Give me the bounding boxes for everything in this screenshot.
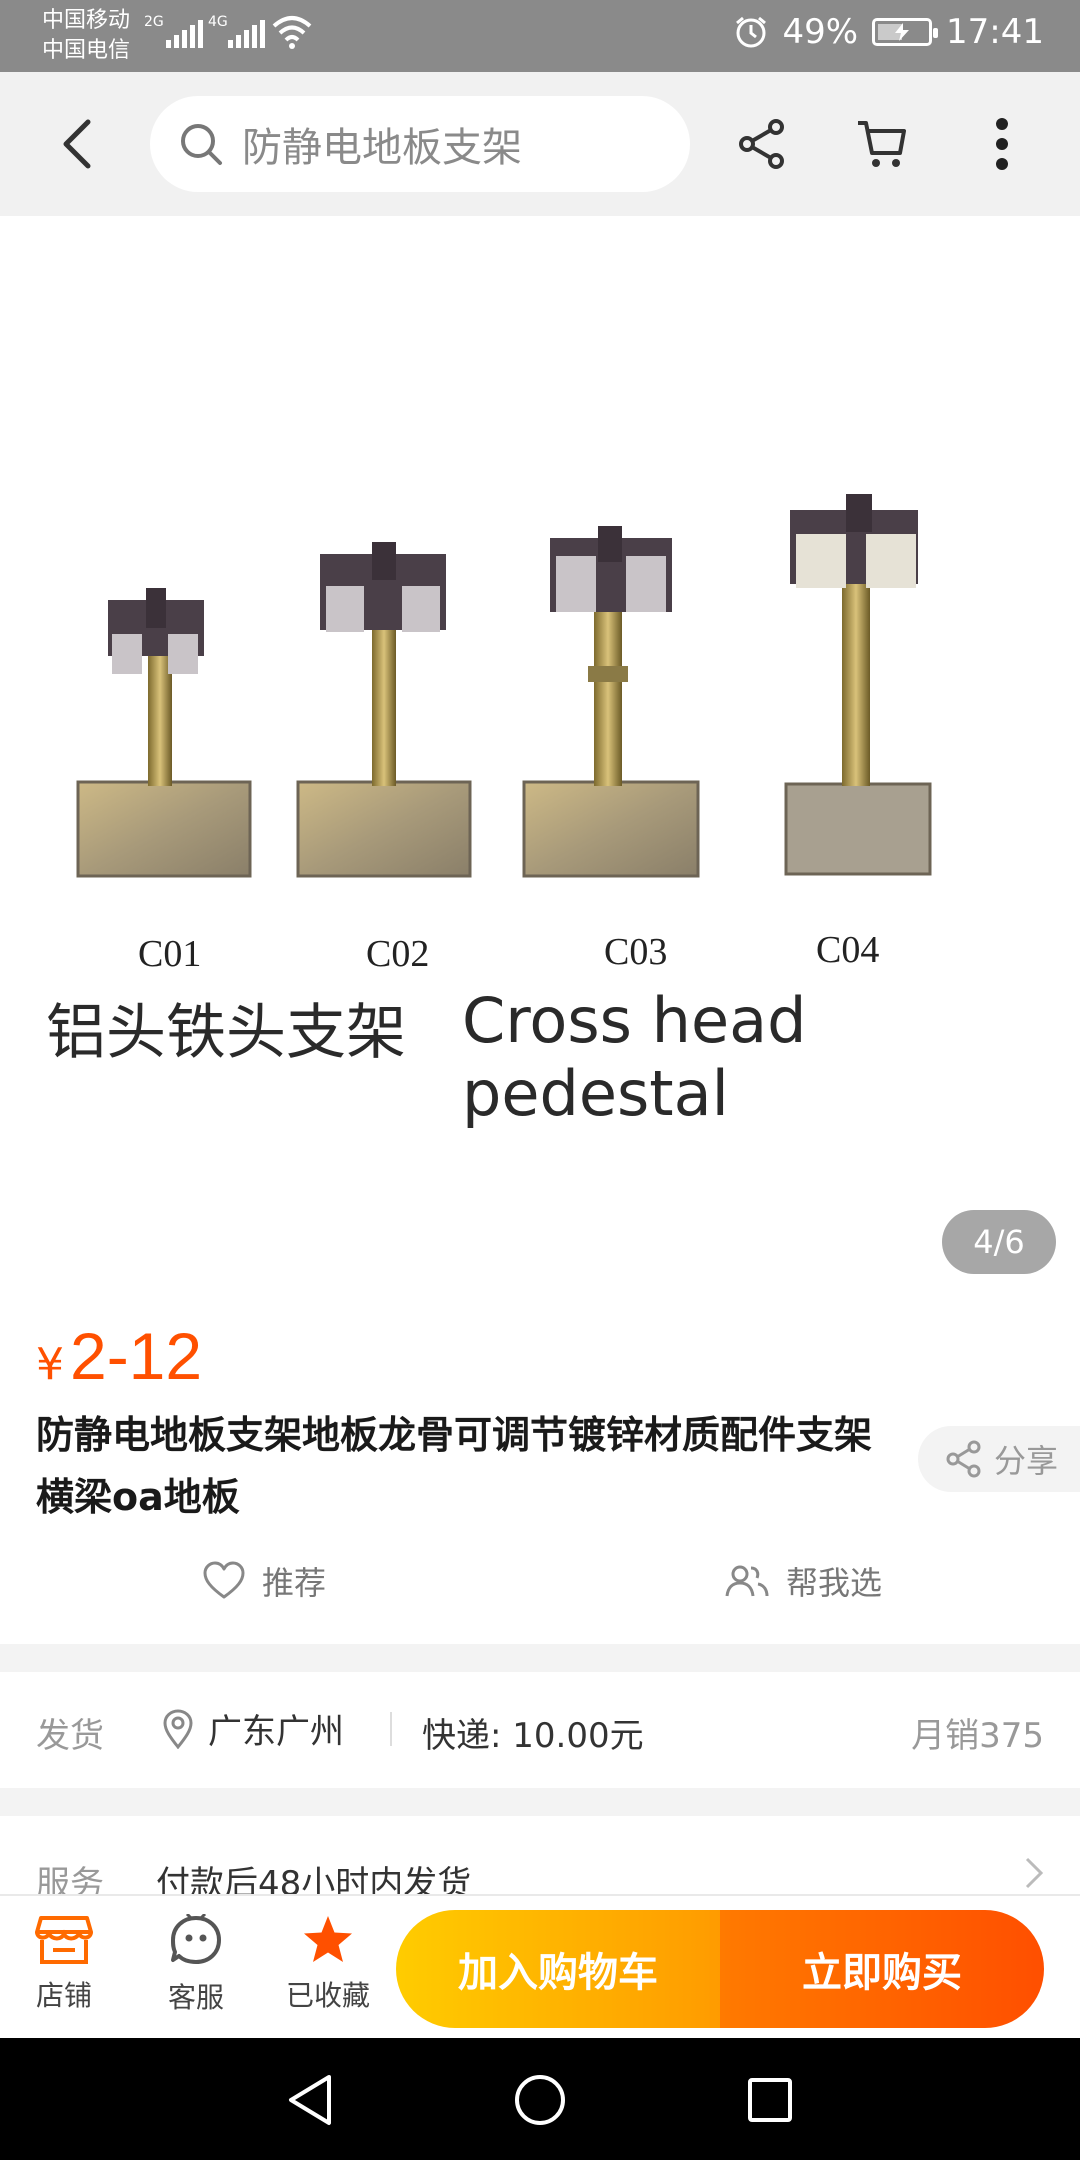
network-type-2: 4G	[208, 14, 228, 30]
heart-icon	[203, 1561, 245, 1599]
share-icon[interactable]	[730, 112, 794, 176]
pedestal-c04	[784, 494, 932, 876]
monthly-sales: 月销375	[911, 1716, 1044, 1756]
favorite-label: 已收藏	[285, 1979, 370, 2012]
shop-icon	[35, 1916, 93, 1964]
shipping-label: 发货	[36, 1716, 104, 1756]
status-bar: 中国移动 中国电信 2G 4G 49% 17:41	[0, 0, 1080, 72]
nav-back-icon[interactable]	[280, 2070, 340, 2130]
top-navigation: 防静电地板支架	[0, 72, 1080, 216]
system-navigation-bar	[0, 2038, 1080, 2160]
model-label-c04: C04	[816, 929, 880, 971]
chat-face-icon	[171, 1914, 221, 1964]
location-pin-icon	[163, 1708, 193, 1749]
buy-now-button[interactable]: 立即购买	[720, 1910, 1044, 2028]
cart-icon[interactable]	[850, 112, 914, 176]
shop-button[interactable]: 店铺	[4, 1914, 124, 2014]
carrier-1: 中国移动	[42, 8, 131, 33]
battery-icon	[872, 18, 939, 46]
add-to-cart-button[interactable]: 加入购物车	[396, 1910, 720, 2028]
section-divider	[0, 1644, 1080, 1672]
favorite-button[interactable]: 已收藏	[268, 1914, 388, 2014]
model-label-c01: C01	[138, 933, 202, 975]
pedestal-c01	[76, 588, 252, 878]
signal-1-icon	[166, 18, 203, 48]
service-row[interactable]: 服务 付款后48小时内发货	[0, 1816, 1080, 1896]
currency-symbol: ¥	[36, 1339, 64, 1390]
status-right: 49% 17:41	[734, 12, 1044, 52]
image-counter: 4/6	[942, 1210, 1056, 1274]
search-icon	[181, 124, 222, 165]
alarm-icon	[736, 16, 767, 48]
shop-label: 店铺	[35, 1979, 92, 2012]
model-label-c03: C03	[604, 931, 668, 973]
wifi-icon	[272, 16, 312, 49]
customer-service-label: 客服	[167, 1981, 224, 2014]
service-label: 服务	[36, 1864, 104, 1896]
shipping-location: 广东广州	[162, 1704, 344, 1753]
product-image-gallery[interactable]: C01 C02 C03 C04 铝头铁头支架 Cross head pedest…	[0, 216, 1080, 1298]
help-choose-button[interactable]: 帮我选	[724, 1558, 882, 1604]
model-label-c02: C02	[366, 933, 430, 975]
recommend-button[interactable]: 推荐	[202, 1558, 326, 1604]
chevron-right-icon	[1025, 1857, 1044, 1889]
help-choose-label: 帮我选	[786, 1564, 883, 1602]
people-icon	[725, 1565, 769, 1597]
charging-bolt-icon	[895, 23, 910, 41]
share-label: 分享	[994, 1442, 1059, 1480]
service-value: 付款后48小时内发货	[156, 1864, 472, 1896]
carrier-info: 中国移动 中国电信	[42, 6, 130, 66]
price: ¥ 2-12	[36, 1318, 202, 1394]
bottom-action-bar: 店铺 客服 已收藏 加入购物车 立即购买	[0, 1894, 1080, 2038]
network-type-1: 2G	[144, 14, 164, 30]
product-title: 防静电地板支架地板龙骨可调节镀锌材质配件支架横梁oa地板	[36, 1413, 873, 1519]
location-text: 广东广州	[208, 1712, 344, 1752]
more-menu-icon[interactable]	[970, 112, 1034, 176]
image-caption-cn: 铝头铁头支架	[46, 998, 406, 1068]
battery-percent: 49%	[782, 12, 859, 52]
carrier-2: 中国电信	[42, 38, 131, 63]
price-value: 2-12	[70, 1319, 203, 1393]
search-bar[interactable]: 防静电地板支架	[150, 96, 690, 192]
pedestal-c02	[296, 542, 472, 878]
back-arrow-icon[interactable]	[58, 116, 98, 172]
nav-recents-icon[interactable]	[740, 2070, 800, 2130]
divider	[390, 1712, 392, 1746]
pedestal-c03	[522, 526, 700, 878]
product-photo	[76, 494, 932, 878]
recommend-label: 推荐	[262, 1564, 327, 1602]
customer-service-button[interactable]: 客服	[136, 1914, 256, 2016]
shipping-row: 发货 广东广州 快递: 10.00元 月销375	[0, 1672, 1080, 1788]
product-actions: 推荐 帮我选	[0, 1548, 1080, 1620]
image-caption-en: Cross head pedestal	[462, 984, 807, 1130]
share-button[interactable]: 分享	[918, 1426, 1080, 1492]
search-text: 防静电地板支架	[242, 125, 522, 171]
signal-2-icon	[228, 18, 265, 48]
section-divider-2	[0, 1788, 1080, 1816]
express-fee: 快递: 10.00元	[422, 1716, 644, 1756]
share-icon	[946, 1440, 981, 1478]
clock: 17:41	[946, 12, 1044, 52]
star-icon	[304, 1916, 352, 1962]
nav-home-icon[interactable]	[510, 2070, 570, 2130]
